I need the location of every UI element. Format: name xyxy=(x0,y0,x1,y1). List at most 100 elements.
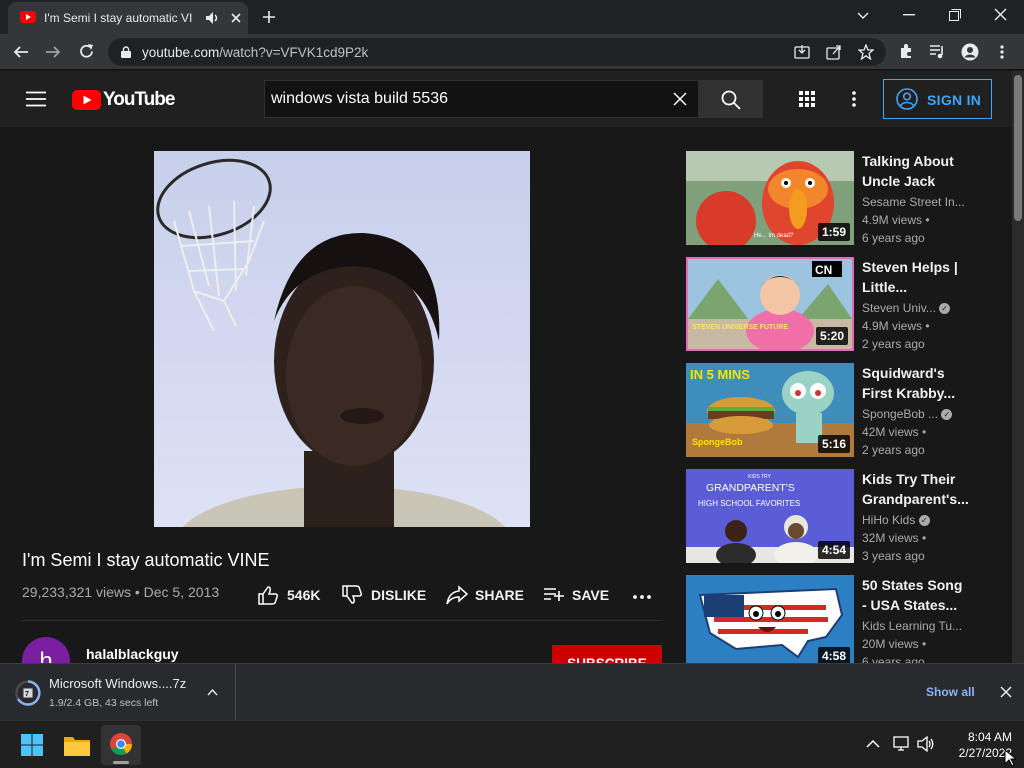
recommended-views: 20M views • xyxy=(862,637,927,651)
recommended-age: 2 years ago xyxy=(862,337,925,351)
show-all-downloads-link[interactable]: Show all xyxy=(926,685,975,699)
apps-grid-icon[interactable] xyxy=(799,91,815,107)
new-tab-icon[interactable] xyxy=(262,10,276,24)
sesame-caption: He... Im dead? xyxy=(754,233,794,239)
search-button[interactable] xyxy=(699,80,763,118)
channel-text: HiHo Kids xyxy=(862,513,916,527)
back-arrow-icon[interactable] xyxy=(13,44,29,60)
audio-playing-icon[interactable] xyxy=(205,11,219,25)
extensions-puzzle-icon[interactable] xyxy=(898,43,914,59)
chrome-menu-icon[interactable] xyxy=(999,44,1005,60)
recommended-channel: Sesame Street In... xyxy=(862,195,965,209)
recommended-title: Steven Helps | Little... xyxy=(862,259,958,295)
system-clock[interactable]: 8:04 AM 2/27/2022 xyxy=(940,729,1012,761)
settings-more-icon[interactable] xyxy=(851,91,857,107)
page-scrollbar[interactable] xyxy=(1012,71,1024,663)
chrome-taskbar-button[interactable] xyxy=(101,725,141,765)
profile-avatar-icon[interactable] xyxy=(961,43,979,61)
verified-check-icon: ✓ xyxy=(941,409,953,421)
recommended-views: 4.9M views • xyxy=(862,319,930,333)
channel-text: Steven Univ... xyxy=(862,301,936,315)
hiho-main-text: GRANDPARENT'S xyxy=(706,482,795,494)
recommended-age: 2 years ago xyxy=(862,443,925,457)
recommended-age: 6 years ago xyxy=(862,231,925,245)
thumbs-down-icon xyxy=(342,585,363,604)
clock-time: 8:04 AM xyxy=(967,730,1012,744)
youtube-logo[interactable]: YouTube xyxy=(72,88,175,112)
youtube-masthead: YouTube windows vista build 5536 SIGN IN xyxy=(0,71,1012,127)
hamburger-menu-icon[interactable] xyxy=(26,91,46,107)
verified-check-icon: ✓ xyxy=(939,303,951,315)
address-bar[interactable]: youtube.com/watch?v=VFVK1cd9P2k xyxy=(108,38,886,66)
video-thumbnail[interactable]: He... Im dead? 1:59 xyxy=(686,151,854,245)
minimize-icon[interactable] xyxy=(903,14,915,16)
download-options-chevron-icon[interactable] xyxy=(207,688,218,696)
recommended-video[interactable]: 4:58 50 States Song - USA States... Kids… xyxy=(686,575,976,663)
video-views-date: 29,233,321 views • Dec 5, 2013 xyxy=(22,584,220,600)
browser-tab[interactable]: I'm Semi I stay automatic VI xyxy=(8,2,248,34)
volume-icon[interactable] xyxy=(917,736,935,752)
install-app-icon[interactable] xyxy=(794,44,810,60)
video-duration: 4:58 xyxy=(817,647,850,663)
scrollbar-thumb[interactable] xyxy=(1014,75,1022,221)
bookmark-star-icon[interactable] xyxy=(858,44,874,60)
download-item[interactable]: 7 Microsoft Windows....7z 1.9/2.4 GB, 43… xyxy=(0,664,236,721)
more-actions-icon[interactable] xyxy=(633,594,651,600)
dislike-button[interactable]: DISLIKE xyxy=(342,584,432,606)
clear-search-icon[interactable] xyxy=(673,92,687,106)
youtube-play-logo-icon xyxy=(72,90,101,110)
recommended-video[interactable]: KIDS TRY GRANDPARENT'S HIGH SCHOOL FAVOR… xyxy=(686,469,976,565)
reload-icon[interactable] xyxy=(78,43,95,60)
download-filename: Microsoft Windows....7z xyxy=(49,676,187,691)
media-controls-icon[interactable] xyxy=(929,44,945,59)
verified-check-icon: ✓ xyxy=(918,515,930,527)
lock-icon[interactable] xyxy=(121,46,131,58)
window-close-icon[interactable] xyxy=(994,8,1007,21)
video-thumbnail[interactable]: IN 5 MINS SpongeBob 5:16 xyxy=(686,363,854,457)
close-shelf-icon[interactable] xyxy=(1000,686,1012,698)
channel-avatar[interactable]: h xyxy=(22,637,70,663)
recommended-video[interactable]: CN STEVEN UNIVERSE FUTURE 5:20 Steven He… xyxy=(686,257,976,353)
network-icon[interactable] xyxy=(893,736,911,752)
sign-in-label: SIGN IN xyxy=(927,92,982,108)
in-5-mins-text: IN 5 MINS xyxy=(690,367,750,382)
search-input[interactable]: windows vista build 5536 xyxy=(264,80,699,118)
show-hidden-icons-chevron-icon[interactable] xyxy=(866,739,880,749)
subscribe-button[interactable]: SUBSCRIBE xyxy=(552,645,662,663)
like-button[interactable]: 546K xyxy=(258,584,328,606)
channel-name[interactable]: halalblackguy xyxy=(86,646,179,662)
search-query-text: windows vista build 5536 xyxy=(271,90,448,107)
youtube-wordmark: YouTube xyxy=(103,89,175,110)
search-icon xyxy=(721,90,741,110)
windows-start-icon[interactable] xyxy=(21,734,43,756)
browser-tab-strip: I'm Semi I stay automatic VI xyxy=(0,0,1024,34)
file-explorer-icon[interactable] xyxy=(64,734,90,756)
youtube-page: YouTube windows vista build 5536 SIGN IN… xyxy=(0,71,1024,663)
windows-taskbar: 8:04 AM 2/27/2022 xyxy=(0,720,1024,768)
save-button[interactable]: SAVE xyxy=(543,584,613,606)
tab-close-icon[interactable] xyxy=(230,12,242,24)
video-thumbnail[interactable]: KIDS TRY GRANDPARENT'S HIGH SCHOOL FAVOR… xyxy=(686,469,854,563)
share-button[interactable]: SHARE xyxy=(446,584,526,606)
url-path: /watch?v=VFVK1cd9P2k xyxy=(219,45,369,60)
tab-title: I'm Semi I stay automatic VI xyxy=(44,11,193,25)
share-page-icon[interactable] xyxy=(826,44,842,60)
video-thumbnail[interactable]: CN STEVEN UNIVERSE FUTURE 5:20 xyxy=(686,257,854,351)
dislike-label: DISLIKE xyxy=(371,587,427,603)
recommended-video[interactable]: IN 5 MINS SpongeBob 5:16 Squidward's Fir… xyxy=(686,363,976,459)
recommended-title: Talking About Uncle Jack xyxy=(862,153,954,189)
save-label: SAVE xyxy=(572,587,610,603)
add-to-playlist-icon xyxy=(544,588,564,601)
forward-arrow-icon[interactable] xyxy=(45,44,61,60)
sign-in-button[interactable]: SIGN IN xyxy=(883,79,992,119)
url-domain: youtube.com xyxy=(142,45,220,60)
video-player[interactable] xyxy=(154,151,530,527)
thumbs-up-icon xyxy=(258,586,279,605)
tab-search-chevron-icon[interactable] xyxy=(856,10,870,22)
restore-icon[interactable] xyxy=(949,9,961,21)
recommended-video[interactable]: He... Im dead? 1:59 Talking About Uncle … xyxy=(686,151,976,247)
browser-toolbar: youtube.com/watch?v=VFVK1cd9P2k xyxy=(0,34,1024,70)
video-thumbnail[interactable]: 4:58 xyxy=(686,575,854,663)
youtube-favicon-icon xyxy=(20,11,36,23)
active-app-indicator xyxy=(113,761,129,764)
